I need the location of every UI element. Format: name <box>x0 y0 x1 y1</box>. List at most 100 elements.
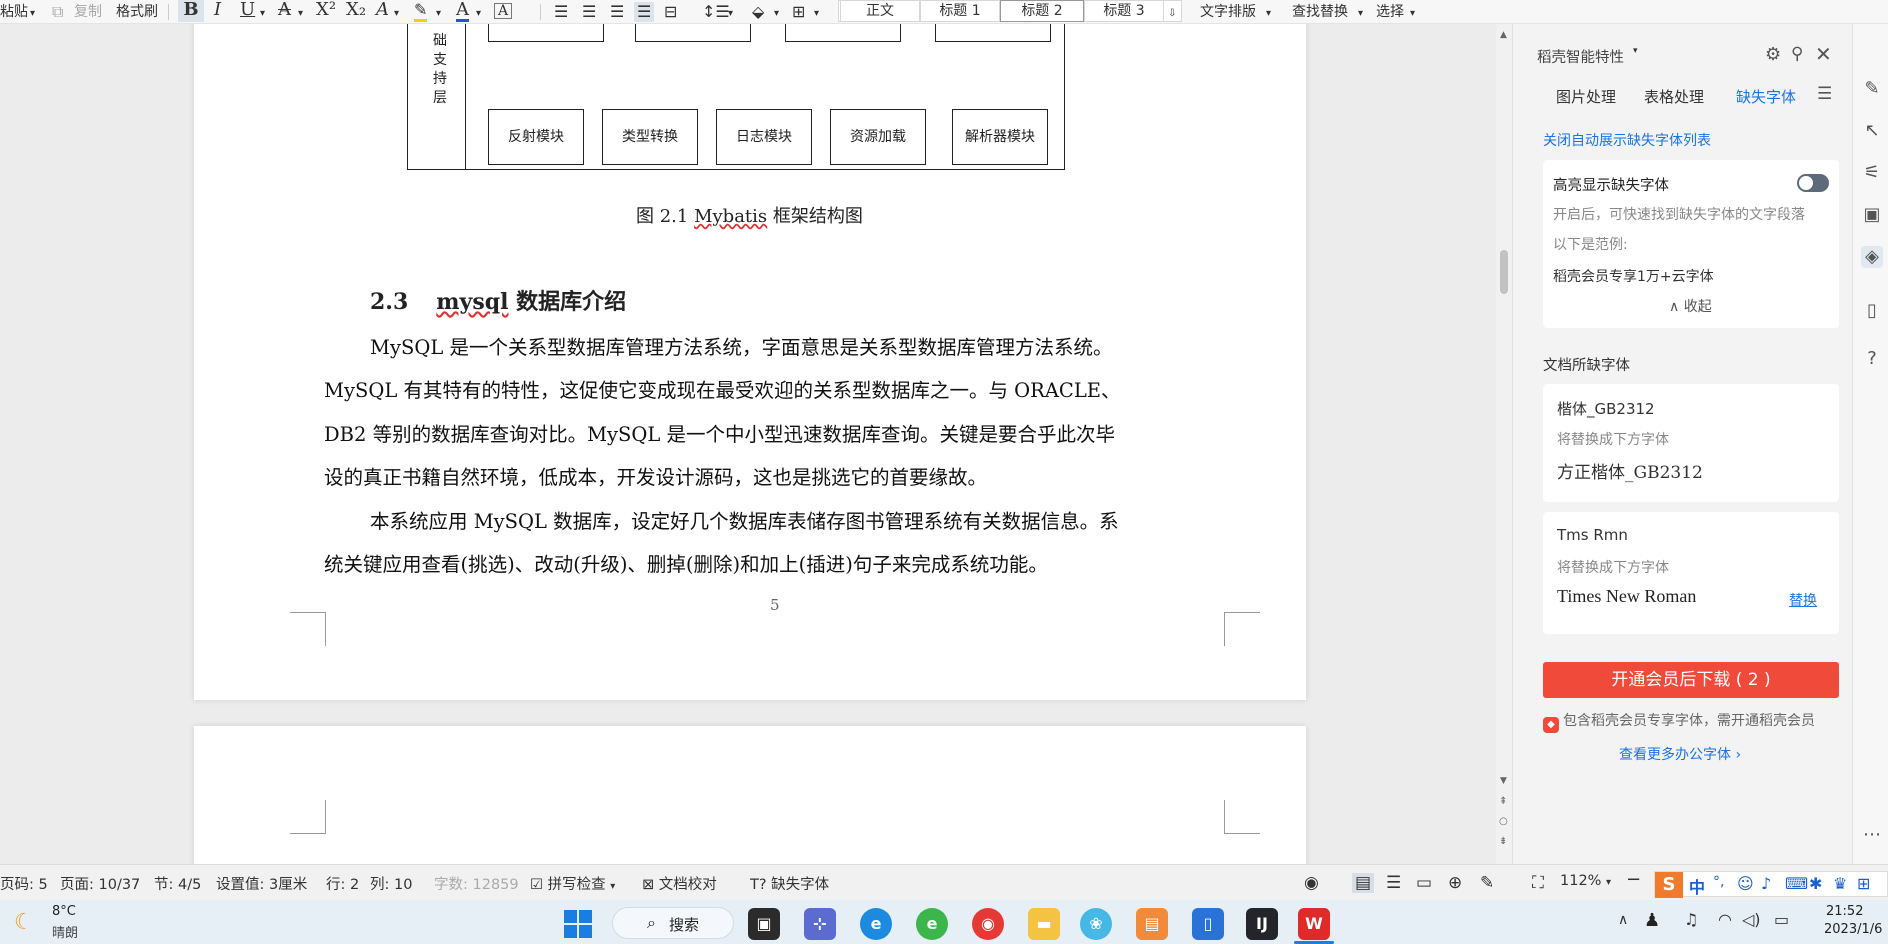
qq-icon[interactable]: ♟ <box>1644 910 1660 931</box>
next-page-icon[interactable]: ⇟ <box>1499 836 1507 847</box>
align-left-icon[interactable]: ☰ <box>554 2 568 22</box>
clock-date[interactable]: 2023/1/6 <box>1824 922 1882 937</box>
shirt-icon[interactable]: ♛ <box>1833 874 1847 893</box>
status-col[interactable]: 列: 10 <box>370 873 412 894</box>
pin-icon[interactable]: ⚲ <box>1791 44 1803 64</box>
weather-condition[interactable]: 晴朗 <box>52 922 78 941</box>
line-spacing-icon[interactable]: ↕☰ <box>702 2 730 22</box>
copy-icon[interactable]: ⧉ <box>52 2 63 22</box>
find-replace-dropdown-icon[interactable]: ▾ <box>1358 4 1363 24</box>
ime-language-label[interactable]: 中 <box>1689 874 1705 898</box>
status-page[interactable]: 页面: 10/37 <box>60 873 140 894</box>
panel-title[interactable]: 稻壳智能特性 <box>1537 46 1624 67</box>
pen-mode-icon[interactable]: ✎ <box>1480 873 1494 893</box>
book-icon[interactable]: ▯ <box>1861 300 1883 322</box>
distribute-icon[interactable]: ⊟ <box>664 2 677 22</box>
task-view-icon[interactable]: ▣ <box>748 908 780 940</box>
line-spacing-dropdown-icon[interactable]: ▾ <box>728 4 733 24</box>
zoom-dropdown-icon[interactable]: ▾ <box>1606 877 1611 888</box>
underline-dropdown-icon[interactable]: ▾ <box>260 4 265 24</box>
underline-button[interactable]: U <box>240 0 255 22</box>
cursor-icon[interactable]: ↖ <box>1861 120 1883 142</box>
text-effect-icon[interactable]: A <box>376 0 389 22</box>
find-replace-button[interactable]: 查找替换 <box>1292 2 1348 22</box>
format-painter-button[interactable]: 格式刷 <box>116 2 158 22</box>
network-app-icon[interactable]: ⊹ <box>804 908 836 940</box>
style-heading-3[interactable]: 标题 3 <box>1084 0 1164 22</box>
text-layout-dropdown-icon[interactable]: ▾ <box>1266 4 1271 24</box>
office-app-icon[interactable]: ▤ <box>1136 908 1168 940</box>
tab-table-processing[interactable]: 表格处理 <box>1644 86 1704 107</box>
select-browse-icon[interactable]: ○ <box>1499 816 1508 827</box>
close-auto-list-link[interactable]: 关闭自动展示缺失字体列表 <box>1543 130 1711 150</box>
shading-dropdown-icon[interactable]: ▾ <box>774 4 779 24</box>
menu-icon[interactable]: ☰ <box>1817 84 1832 104</box>
adjust-icon[interactable]: ⚟ <box>1861 162 1883 184</box>
copy-button[interactable]: 复制 <box>74 2 102 22</box>
align-center-icon[interactable]: ☰ <box>582 2 596 22</box>
font-color-dropdown-icon[interactable]: ▾ <box>476 4 481 24</box>
missing-font-button[interactable]: T? 缺失字体 <box>750 873 829 894</box>
pen-icon[interactable]: ✎ <box>1861 78 1883 100</box>
chrome-icon[interactable]: ◉ <box>972 908 1004 940</box>
highlight-toggle[interactable] <box>1797 174 1829 192</box>
wps-icon[interactable]: W <box>1298 908 1330 940</box>
zoom-out-icon[interactable]: − <box>1626 869 1641 890</box>
proofread-button[interactable]: ⊠ 文档校对 <box>642 873 717 894</box>
paste-button[interactable]: 粘贴 <box>0 2 28 22</box>
status-word-count[interactable]: 字数: 12859 <box>434 873 519 894</box>
weather-temperature[interactable]: 8°C <box>52 904 76 919</box>
style-gallery-more-icon[interactable]: ⇩ <box>1168 4 1176 24</box>
emoji-icon[interactable]: ☺ <box>1737 874 1754 893</box>
style-heading-1[interactable]: 标题 1 <box>920 0 1000 22</box>
browser-e-icon[interactable]: e <box>916 908 948 940</box>
sogou-ime-icon[interactable]: S <box>1655 872 1683 898</box>
document-page[interactable]: 础支持层 反射模块 类型转换 日志模块 资源加载 解析器模块 图 2.1 Myb… <box>194 24 1306 700</box>
microphone-icon[interactable]: ♪ <box>1761 874 1771 893</box>
document-page[interactable] <box>194 726 1306 864</box>
edge-browser-icon[interactable]: e <box>860 908 892 940</box>
skin-icon[interactable]: ✱ <box>1809 874 1822 893</box>
italic-button[interactable]: I <box>214 0 221 22</box>
select-dropdown-icon[interactable]: ▾ <box>1410 4 1415 24</box>
wifi-icon[interactable]: ◠ <box>1718 910 1732 929</box>
scrollbar-thumb[interactable] <box>1500 250 1508 294</box>
gear-icon[interactable]: ⚙ <box>1765 44 1781 65</box>
collapse-button[interactable]: ∧ 收起 <box>1669 296 1712 316</box>
help-icon[interactable]: ? <box>1861 348 1883 370</box>
paste-dropdown-icon[interactable]: ▾ <box>30 4 35 24</box>
page-view-icon[interactable]: ▤ <box>1352 873 1375 893</box>
photos-app-icon[interactable]: ❀ <box>1080 908 1112 940</box>
align-justify-icon[interactable]: ☰ <box>634 2 655 22</box>
close-icon[interactable]: ✕ <box>1815 42 1832 66</box>
fit-page-icon[interactable]: ⛶ <box>1532 873 1544 893</box>
microphone-tray-icon[interactable]: ♫ <box>1684 910 1698 929</box>
spell-check-button[interactable]: ☑ 拼写检查 ▾ <box>530 873 615 894</box>
toolbox-icon[interactable]: ⊞ <box>1857 874 1870 893</box>
taskbar-search-box[interactable]: ⌕ 搜索 <box>612 907 734 939</box>
char-border-icon[interactable]: A <box>494 3 512 19</box>
select-button[interactable]: 选择 <box>1376 2 1404 22</box>
volume-icon[interactable]: ◁) <box>1742 910 1761 929</box>
eye-protect-icon[interactable]: ◉ <box>1304 873 1319 893</box>
more-icon[interactable]: ⋯ <box>1861 824 1883 846</box>
status-setting[interactable]: 设置值: 3厘米 <box>216 873 307 894</box>
smart-feature-icon[interactable]: ◈ <box>1861 246 1883 268</box>
bold-button[interactable]: B <box>178 0 204 22</box>
text-layout-button[interactable]: 文字排版 <box>1200 2 1256 22</box>
file-explorer-icon[interactable]: ▬ <box>1028 908 1060 940</box>
strike-dropdown-icon[interactable]: ▾ <box>298 4 303 24</box>
borders-dropdown-icon[interactable]: ▾ <box>814 4 819 24</box>
windows-start-icon[interactable] <box>564 910 592 938</box>
subscript-button[interactable]: X₂ <box>346 0 366 22</box>
scroll-down-icon[interactable]: ▼ <box>1500 776 1507 786</box>
vertical-scrollbar[interactable]: ▲ ▼ ⇞ ○ ⇟ <box>1496 24 1512 864</box>
strikethrough-button[interactable]: A <box>278 0 291 22</box>
clock-time[interactable]: 21:52 <box>1826 904 1863 919</box>
punctuation-icon[interactable]: °, <box>1713 874 1724 890</box>
phone-link-icon[interactable]: ▯ <box>1192 908 1224 940</box>
tab-image-processing[interactable]: 图片处理 <box>1556 86 1616 107</box>
prev-page-icon[interactable]: ⇞ <box>1499 796 1507 807</box>
battery-icon[interactable]: ▭ <box>1774 910 1789 929</box>
jetbrains-icon[interactable]: IJ <box>1246 908 1278 940</box>
